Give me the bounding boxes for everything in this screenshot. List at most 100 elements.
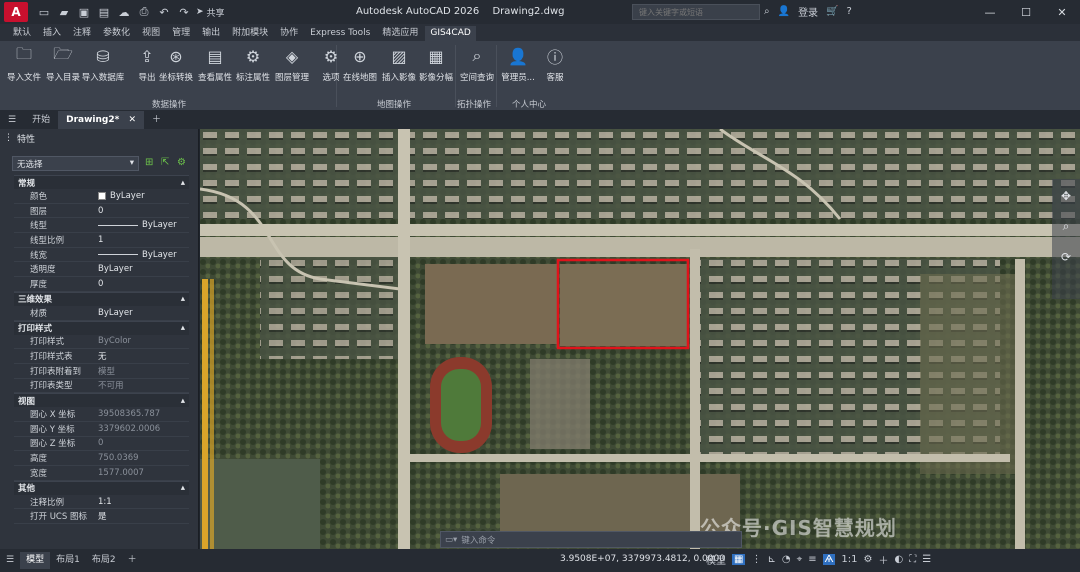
save-icon[interactable]: ▣ (78, 6, 90, 19)
osnap-icon[interactable]: ⌖ (797, 554, 803, 565)
ribbon-tab[interactable]: 输出 (197, 26, 225, 41)
property-row[interactable]: 注释比例 1:1 (14, 495, 189, 510)
customize-icon[interactable]: ☰ (922, 554, 931, 565)
plus-icon[interactable]: ＋ (878, 552, 888, 567)
ribbon-tab[interactable]: 视图 (137, 26, 165, 41)
property-row[interactable]: 打印表类型 不可用 (14, 379, 189, 394)
ribbon-tab[interactable]: 附加模块 (227, 26, 273, 41)
property-row[interactable]: 材质 ByLayer (14, 306, 189, 321)
property-row[interactable]: 圆心 X 坐标 39508365.787 (14, 407, 189, 422)
ribbon-tab[interactable]: 参数化 (98, 26, 135, 41)
search-input[interactable] (632, 4, 760, 20)
property-row[interactable]: 打印样式表无 (14, 349, 189, 364)
ribbon-tab[interactable]: 注释 (68, 26, 96, 41)
collapse-icon[interactable]: ▴ (181, 178, 185, 188)
property-section[interactable]: 其他 ▴ (14, 480, 189, 495)
command-line[interactable]: ▭▾ 键入命令 (440, 531, 742, 548)
ribbon-tab[interactable]: Express Tools (305, 26, 375, 41)
close-button[interactable]: ✕ (1044, 0, 1080, 24)
collapse-icon[interactable]: ▴ (181, 483, 185, 493)
property-row[interactable]: 打印样式 ByColor (14, 335, 189, 350)
menu-icon[interactable]: ☰ (0, 552, 20, 569)
ribbon-tab[interactable]: 插入 (38, 26, 66, 41)
layout-tab-2[interactable]: 布局2 (86, 552, 122, 569)
undo-icon[interactable]: ↶ (158, 6, 170, 19)
property-section[interactable]: 打印样式 ▴ (14, 320, 189, 335)
help-icon[interactable]: ? (847, 6, 852, 17)
workspace-gear-icon[interactable]: ⚙ (864, 554, 873, 565)
property-row[interactable]: 圆心 Z 坐标 0 (14, 437, 189, 452)
ribbon-button-topo-ops-0[interactable]: ⌕ 空间查询 (457, 45, 497, 83)
ribbon-button-map-ops-1[interactable]: ▨ 插入影像 (379, 45, 419, 84)
autocad-logo[interactable]: A (4, 2, 28, 22)
ribbon-button-map-ops-0[interactable]: ⊕ 在线地图 (340, 45, 380, 84)
zoom-icon[interactable]: ⌕ (1052, 219, 1080, 234)
cloud-save-icon[interactable]: ☁ (118, 6, 130, 19)
quick-select-icon[interactable]: ⚙ (177, 157, 189, 169)
ortho-icon[interactable]: ⊾ (767, 554, 775, 565)
property-row[interactable]: 宽度 1577.0007 (14, 466, 189, 481)
ribbon-button-map-ops-2[interactable]: ▦ 影像分幅 (416, 45, 456, 84)
property-row[interactable]: 线型比例 1 (14, 233, 189, 248)
ribbon-tab[interactable]: 精选应用 (377, 26, 423, 41)
layout-tab-1[interactable]: 布局1 (50, 552, 86, 569)
menu-icon[interactable]: ☰ (0, 111, 24, 129)
cart-icon[interactable]: 🛒 (826, 6, 838, 17)
print-icon[interactable]: ⎙ (138, 5, 150, 19)
property-row[interactable]: 线宽 ByLayer (14, 248, 189, 263)
property-row[interactable]: 透明度 ByLayer (14, 262, 189, 278)
property-row[interactable]: 颜色 ByLayer (14, 189, 189, 204)
selection-dropdown[interactable]: 无选择 ▾ (12, 156, 139, 171)
toggle-pickadd-icon[interactable]: ⊞ (145, 157, 157, 169)
new-file-icon[interactable]: ▭ (38, 6, 50, 19)
model-space-toggle[interactable]: 模型 (706, 552, 726, 567)
ribbon-button-data-ops-4[interactable]: ⊛ 坐标转换 (156, 45, 196, 84)
collapse-icon[interactable]: ▴ (181, 396, 185, 406)
snap-icon[interactable]: ⋮ (751, 554, 761, 565)
collapse-icon[interactable]: ▴ (181, 294, 185, 304)
sign-in-link[interactable]: 登录 (798, 4, 818, 19)
property-row[interactable]: 线型 ByLayer (14, 218, 189, 234)
isolate-icon[interactable]: ◐ (894, 554, 903, 565)
search-icon[interactable]: ⌕ (764, 6, 770, 17)
property-row[interactable]: 厚度 0 (14, 277, 189, 292)
orbit-icon[interactable]: ⟳ (1052, 250, 1080, 264)
open-folder-icon[interactable]: ▰ (58, 6, 70, 19)
redo-icon[interactable]: ↷ (178, 6, 190, 19)
ribbon-tab[interactable]: 默认 (8, 26, 36, 41)
ribbon-button-data-ops-5[interactable]: ▤ 查看属性 (195, 45, 235, 84)
ribbon-button-user-center-0[interactable]: 👤 管理员... (498, 45, 538, 84)
save-as-icon[interactable]: ▤ (98, 6, 110, 19)
fullscreen-icon[interactable]: ⛶ (909, 554, 916, 565)
ribbon-tab[interactable]: 协作 (275, 26, 303, 41)
close-tab-icon[interactable]: ✕ (128, 115, 136, 125)
collapse-icon[interactable]: ▴ (181, 323, 185, 333)
user-icon[interactable]: 👤 (778, 6, 790, 17)
doc-tab-start[interactable]: 开始 (24, 111, 58, 129)
drawing-canvas[interactable]: ✥ ⌕ ⟳ (200, 129, 1080, 549)
polar-icon[interactable]: ◔ (782, 554, 791, 565)
maximize-button[interactable]: ☐ (1008, 0, 1044, 24)
ribbon-tab[interactable]: 管理 (167, 26, 195, 41)
ribbon-button-data-ops-6[interactable]: ⚙ 标注属性 (233, 45, 273, 84)
grip-icon[interactable]: ⋮ (4, 133, 13, 143)
ribbon-button-data-ops-1[interactable]: 🗁 导入目录 (43, 44, 83, 84)
property-row[interactable]: 打开 UCS 图标是 (14, 509, 189, 525)
property-section[interactable]: 常规 ▴ (14, 175, 189, 189)
grid-icon[interactable]: ▦ (732, 554, 746, 565)
annotation-scale[interactable]: 1:1 (841, 554, 857, 565)
property-row[interactable]: 圆心 Y 坐标 3379602.0006 (14, 422, 189, 437)
lineweight-icon[interactable]: ≡ (808, 554, 816, 565)
annotation-icon[interactable]: Ѧ (822, 554, 836, 565)
ribbon-button-user-center-1[interactable]: ⓘ 客服 (535, 45, 575, 83)
select-objects-icon[interactable]: ⇱ (161, 157, 173, 169)
ribbon-button-data-ops-0[interactable]: 🗀 导入文件 (4, 44, 44, 84)
property-row[interactable]: 图层 0 (14, 204, 189, 219)
layout-tab-model[interactable]: 模型 (20, 552, 51, 569)
property-row[interactable]: 高度 750.0369 (14, 451, 189, 466)
property-section[interactable]: 三维效果 ▴ (14, 291, 189, 306)
doc-tab-drawing2[interactable]: Drawing2* ✕ (58, 111, 144, 129)
pan-icon[interactable]: ✥ (1052, 189, 1080, 203)
add-layout-button[interactable]: ＋ (122, 552, 143, 569)
navigation-bar[interactable]: ✥ ⌕ ⟳ (1052, 179, 1080, 299)
